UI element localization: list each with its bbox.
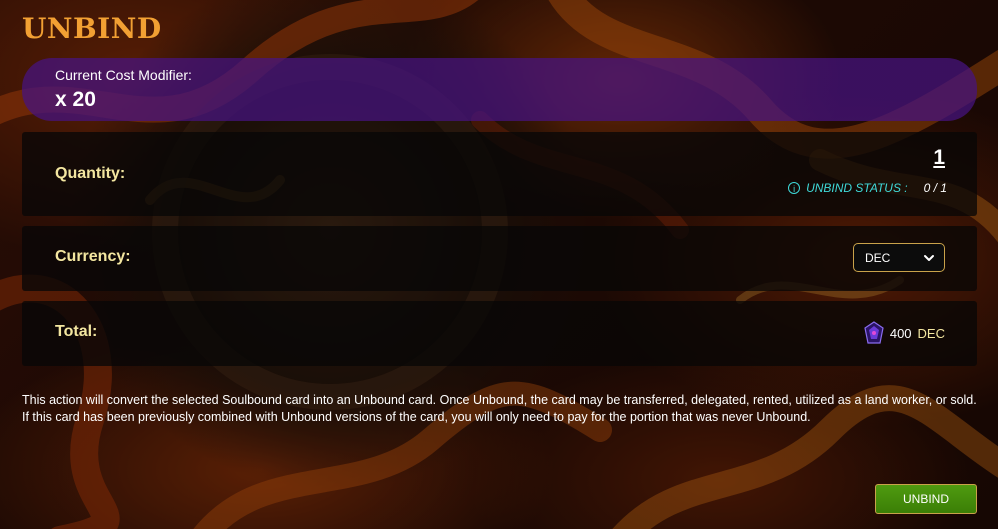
total-label: Total:: [55, 323, 98, 340]
cost-modifier-label: Current Cost Modifier:: [55, 67, 192, 83]
quantity-value[interactable]: 1: [933, 146, 945, 170]
unbind-button[interactable]: UNBIND: [875, 484, 977, 514]
total-row: Total: 400 DEC: [22, 301, 977, 366]
total-amount-unit: DEC: [917, 325, 945, 341]
unbind-dialog: UNBIND Current Cost Modifier: x 20 Quant…: [0, 0, 998, 529]
chevron-down-icon: [924, 255, 934, 261]
dialog-title: UNBIND: [22, 12, 162, 45]
currency-selected-value: DEC: [865, 251, 891, 265]
currency-label: Currency:: [55, 248, 131, 265]
unbind-status-label: UNBIND STATUS :: [806, 181, 908, 195]
dec-token-icon: [864, 321, 884, 344]
unbind-notice: This action will convert the selected So…: [22, 393, 977, 424]
quantity-label: Quantity:: [55, 165, 126, 182]
unbind-status-count: 0 / 1: [923, 181, 947, 195]
info-icon[interactable]: i: [788, 182, 801, 194]
unbind-status: i UNBIND STATUS : 0 / 1: [788, 181, 947, 195]
currency-row: Currency: DEC: [22, 226, 977, 291]
total-amount: 400 DEC: [864, 321, 945, 345]
currency-select[interactable]: DEC: [853, 243, 945, 272]
cost-modifier-value: x 20: [55, 88, 96, 111]
total-amount-value: 400: [889, 325, 912, 341]
quantity-row: Quantity: 1 i UNBIND STATUS : 0 / 1: [22, 132, 977, 216]
cost-modifier-panel: Current Cost Modifier: x 20: [22, 58, 977, 121]
